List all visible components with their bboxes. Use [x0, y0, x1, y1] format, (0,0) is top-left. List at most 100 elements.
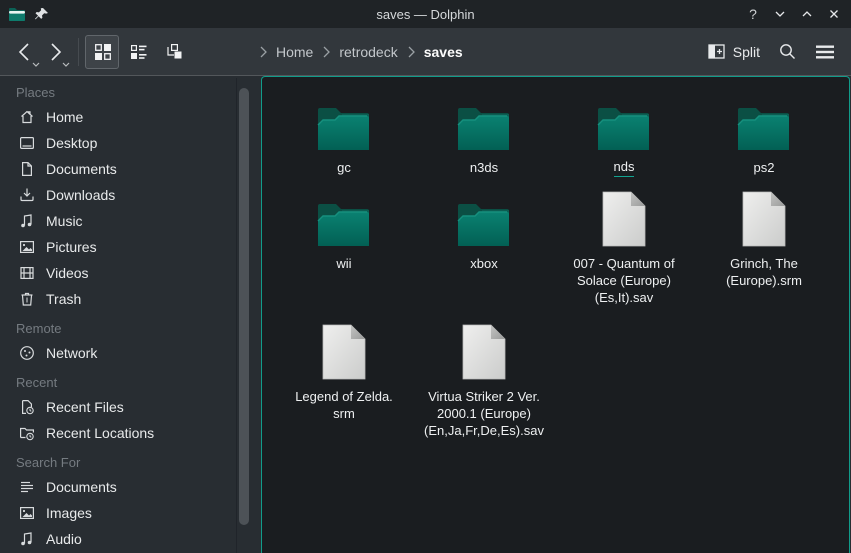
sidebar-item-desktop[interactable]: Desktop	[0, 130, 252, 156]
sidebar-item-videos[interactable]: Videos	[0, 260, 252, 286]
maximize-button[interactable]	[798, 5, 816, 23]
recent-files-icon	[19, 399, 35, 415]
breadcrumb-current[interactable]: saves	[424, 44, 463, 60]
toolbar: Home retrodeck saves Split	[0, 28, 851, 76]
file-item-virtua-striker-2[interactable]: Virtua Striker 2 Ver. 2000.1 (Europe) (E…	[414, 319, 554, 452]
sidebar-item-downloads[interactable]: Downloads	[0, 182, 252, 208]
search-images-icon	[19, 505, 35, 521]
item-label: ps2	[754, 159, 775, 176]
forward-button[interactable]	[40, 35, 70, 69]
folder-item-gc[interactable]: gc	[274, 90, 414, 186]
minimize-button[interactable]	[771, 5, 789, 23]
icons-view-icon	[94, 43, 111, 60]
back-dropdown-caret	[32, 62, 40, 67]
details-view-button[interactable]	[121, 35, 155, 69]
folder-icon	[454, 100, 514, 152]
sidebar-item-documents[interactable]: Documents	[0, 156, 252, 182]
search-icon[interactable]	[778, 42, 797, 61]
sidebar-scrollbar-groove	[236, 78, 237, 553]
downloads-icon	[19, 187, 35, 203]
documents-icon	[19, 161, 35, 177]
tree-view-button[interactable]	[157, 35, 191, 69]
forward-dropdown-caret	[62, 62, 70, 67]
pin-icon[interactable]	[34, 7, 49, 22]
file-icon	[321, 323, 367, 381]
folder-item-wii[interactable]: wii	[274, 186, 414, 319]
folder-icon	[314, 196, 374, 248]
folder-item-nds[interactable]: nds	[554, 90, 694, 186]
breadcrumb-retrodeck[interactable]: retrodeck	[339, 44, 397, 60]
section-header-recent: Recent	[0, 370, 252, 394]
item-label: gc	[337, 159, 351, 176]
sidebar-item-music[interactable]: Music	[0, 208, 252, 234]
section-header-remote: Remote	[0, 316, 252, 340]
icons-view-button[interactable]	[85, 35, 119, 69]
sidebar-item-search-images[interactable]: Images	[0, 500, 252, 526]
folder-item-ps2[interactable]: ps2	[694, 90, 834, 186]
section-header-places: Places	[0, 80, 252, 104]
network-icon	[19, 345, 35, 361]
dolphin-window: saves — Dolphin ?	[0, 0, 851, 553]
sidebar-item-pictures[interactable]: Pictures	[0, 234, 252, 260]
hamburger-menu-icon[interactable]	[815, 44, 835, 60]
item-label: Legend of Zelda. srm	[295, 388, 393, 422]
file-icon	[461, 323, 507, 381]
close-button[interactable]	[825, 5, 843, 23]
search-documents-icon	[19, 479, 35, 495]
file-item-legend-of-zelda[interactable]: Legend of Zelda. srm	[274, 319, 414, 452]
sidebar-item-trash[interactable]: Trash	[0, 286, 252, 312]
back-button[interactable]	[10, 35, 40, 69]
breadcrumb-chevron-icon	[407, 46, 415, 58]
folder-icon	[734, 100, 794, 152]
app-icon	[8, 6, 26, 22]
file-item-007-quantum-of-solace[interactable]: 007 - Quantum of Solace (Europe) (Es,It)…	[554, 186, 694, 319]
details-view-icon	[130, 43, 147, 60]
sidebar-item-network[interactable]: Network	[0, 340, 252, 366]
section-header-search-for: Search For	[0, 450, 252, 474]
home-icon	[19, 109, 35, 125]
item-label: n3ds	[470, 159, 498, 176]
folder-icon	[314, 100, 374, 152]
sidebar-item-recent-files[interactable]: Recent Files	[0, 394, 252, 420]
help-button[interactable]: ?	[744, 5, 762, 23]
pictures-icon	[19, 239, 35, 255]
folder-icon	[454, 196, 514, 248]
window-title: saves — Dolphin	[0, 7, 851, 22]
folder-item-xbox[interactable]: xbox	[414, 186, 554, 319]
desktop-icon	[19, 135, 35, 151]
split-button[interactable]: Split	[708, 44, 760, 60]
tree-view-icon	[165, 43, 183, 60]
breadcrumb-home[interactable]: Home	[276, 44, 313, 60]
item-label: nds	[614, 159, 635, 177]
titlebar: saves — Dolphin ?	[0, 0, 851, 28]
toolbar-separator	[78, 38, 79, 66]
sidebar-item-search-audio[interactable]: Audio	[0, 526, 252, 552]
folder-view[interactable]: gc n3ds nds ps2 wii	[261, 76, 850, 553]
item-label: Grinch, The (Europe).srm	[726, 255, 802, 289]
item-label: Virtua Striker 2 Ver. 2000.1 (Europe) (E…	[424, 388, 544, 439]
breadcrumb: Home retrodeck saves	[259, 44, 463, 60]
file-icon	[741, 190, 787, 248]
sidebar-item-search-documents[interactable]: Documents	[0, 474, 252, 500]
file-icon	[601, 190, 647, 248]
recent-locations-icon	[19, 425, 35, 441]
sidebar-item-home[interactable]: Home	[0, 104, 252, 130]
search-audio-icon	[19, 531, 35, 547]
split-icon	[708, 44, 725, 59]
sidebar-item-recent-locations[interactable]: Recent Locations	[0, 420, 252, 446]
breadcrumb-chevron-icon	[322, 46, 330, 58]
item-label: xbox	[470, 255, 497, 272]
split-label: Split	[733, 44, 760, 60]
music-icon	[19, 213, 35, 229]
trash-icon	[19, 291, 35, 307]
folder-icon	[594, 100, 654, 152]
item-label: wii	[336, 255, 351, 272]
sidebar-scrollbar[interactable]	[239, 88, 249, 525]
videos-icon	[19, 265, 35, 281]
places-panel: Places Home Desktop Documents Downloads	[0, 76, 252, 553]
breadcrumb-chevron-icon	[259, 46, 267, 58]
folder-item-n3ds[interactable]: n3ds	[414, 90, 554, 186]
icons-grid: gc n3ds nds ps2 wii	[274, 90, 849, 452]
file-item-grinch-the-europe[interactable]: Grinch, The (Europe).srm	[694, 186, 834, 319]
item-label: 007 - Quantum of Solace (Europe) (Es,It)…	[573, 255, 674, 306]
